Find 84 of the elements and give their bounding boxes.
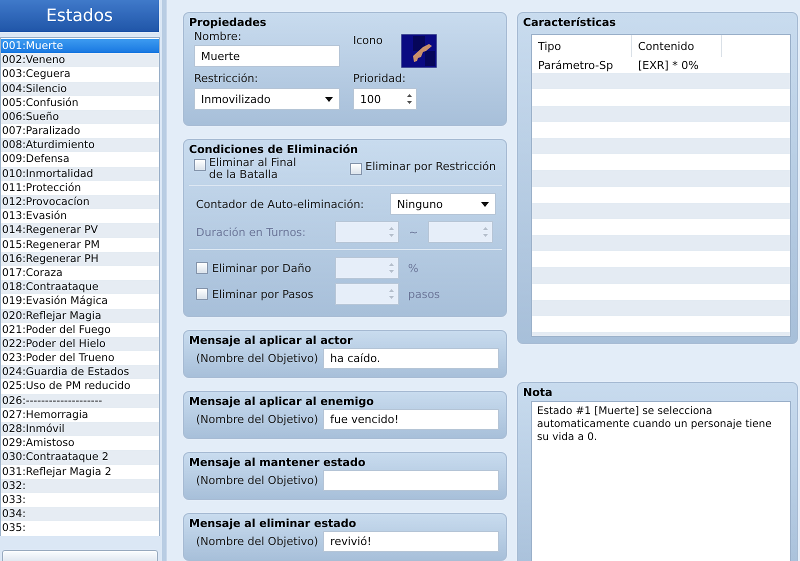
checkbox-label: Eliminar por Daño: [212, 262, 312, 274]
table-row[interactable]: [532, 235, 790, 252]
unit-label: pasos: [408, 288, 440, 300]
list-item[interactable]: 031:Reflejar Magia 2: [1, 464, 159, 479]
group-title: Mensaje al aplicar al enemigo: [189, 395, 375, 408]
value-spinner[interactable]: [335, 283, 399, 305]
list-item[interactable]: 007:Paralizado: [1, 124, 159, 138]
field-label: (Nombre del Objetivo): [196, 413, 318, 426]
group-title: Mensaje al mantener estado: [189, 456, 366, 469]
field-label: (Nombre del Objetivo): [196, 535, 318, 548]
checkbox-label: Eliminar por Pasos: [212, 288, 314, 300]
note-field[interactable]: Estado #1 [Muerte] se selecciona automaticamente cuando un personaje tiene su vida a 0.: [531, 401, 791, 561]
field-label: (Nombre del Objetivo): [196, 474, 318, 487]
field-label: Prioridad:: [353, 72, 407, 85]
group-title: Mensaje al eliminar estado: [189, 517, 358, 530]
table-row[interactable]: [532, 202, 790, 219]
gun-icon[interactable]: [400, 34, 437, 68]
table-row[interactable]: [532, 170, 790, 186]
dropdown-caret-icon: [481, 202, 489, 206]
name-field[interactable]: Muerte: [194, 45, 340, 67]
list-item[interactable]: 023:Poder del Trueno: [1, 351, 159, 366]
list-item[interactable]: 013:Evasión: [1, 209, 159, 224]
field-label: Nombre:: [194, 30, 242, 43]
group-title: Condiciones de Eliminación: [189, 143, 360, 156]
priority-spinner[interactable]: 100: [353, 88, 417, 110]
list-item[interactable]: 028:Inmóvil: [1, 422, 159, 436]
message-field[interactable]: fue vencido!: [323, 409, 500, 430]
list-item[interactable]: 004:Silencio: [1, 82, 159, 96]
table-cell-text: Parámetro-Sp: [537, 58, 614, 72]
list-item[interactable]: 030:Contraataque 2: [1, 450, 159, 465]
restriction-dropdown[interactable]: Inmovilizado: [194, 88, 340, 110]
list-item[interactable]: 015:Regenerar PM: [1, 238, 159, 252]
panel-title: Estados: [0, 0, 159, 32]
checkbox[interactable]: [196, 262, 208, 274]
list-item[interactable]: 034:: [1, 507, 159, 522]
list-item[interactable]: 021:Poder del Fuego: [1, 322, 159, 337]
duration-max-spinner[interactable]: [428, 221, 493, 243]
duration-min-spinner[interactable]: [335, 221, 399, 243]
table-row[interactable]: [532, 267, 790, 284]
list-item[interactable]: 001:Muerte: [1, 38, 159, 54]
list-item[interactable]: 016:Regenerar PH: [1, 252, 159, 266]
message-field[interactable]: revivió!: [323, 531, 500, 552]
list-item[interactable]: 024:Guardia de Estados: [1, 365, 159, 380]
group-title: Nota: [523, 386, 554, 399]
table-row[interactable]: [532, 106, 790, 122]
change-maximum-button[interactable]: [2, 550, 158, 561]
table-row[interactable]: [532, 73, 790, 90]
field-label: Contador de Auto-eliminación:: [196, 198, 364, 210]
checkbox[interactable]: [196, 288, 208, 300]
group-title: Mensaje al aplicar al actor: [189, 334, 354, 347]
checkbox-label: Eliminar por Restricción: [365, 161, 496, 173]
auto-removal-dropdown[interactable]: Ninguno: [390, 193, 496, 215]
list-item[interactable]: 010:Inmortalidad: [1, 166, 159, 181]
table-cell-text: [EXR] * 0%: [637, 58, 700, 72]
list-item[interactable]: 006:Sueño: [1, 110, 159, 124]
field-label: Restricción:: [194, 72, 260, 85]
list-item[interactable]: 002:Veneno: [1, 53, 159, 68]
list-item[interactable]: 022:Poder del Hielo: [1, 336, 159, 352]
note-text: Estado #1 [Muerte] se selecciona automaticamente cuando un personaje tiene su vida a 0.: [537, 405, 772, 443]
list-item[interactable]: 035:: [1, 521, 159, 536]
field-label: Icono: [353, 34, 383, 47]
value-spinner[interactable]: [335, 257, 399, 279]
list-item[interactable]: 029:Amistoso: [1, 436, 159, 450]
list-item[interactable]: 018:Contraataque: [1, 280, 159, 294]
range-separator: ~: [408, 226, 420, 238]
field-label: (Nombre del Objetivo): [196, 352, 318, 365]
unit-label: %: [408, 262, 418, 274]
list-item[interactable]: 012:Provocacíon: [1, 195, 159, 210]
checkbox[interactable]: [194, 159, 206, 171]
table-row[interactable]: [532, 138, 790, 154]
message-field[interactable]: [323, 470, 500, 491]
list-item[interactable]: 014:Regenerar PV: [1, 223, 159, 238]
group-title: Propiedades: [189, 16, 268, 29]
dropdown-caret-icon: [325, 96, 333, 102]
list-item[interactable]: 032:: [1, 478, 159, 493]
message-field[interactable]: ha caído.: [323, 348, 500, 369]
field-label: Duración en Turnos:: [196, 226, 307, 238]
list-item[interactable]: 026:--------------------: [1, 394, 159, 408]
list-item[interactable]: 020:Reflejar Magia: [1, 308, 159, 323]
checkbox[interactable]: [350, 163, 362, 175]
table-row[interactable]: [532, 300, 790, 316]
list-item[interactable]: 008:Aturdimiento: [1, 138, 159, 152]
checkbox-label: Eliminar al Final de la Batalla: [209, 157, 298, 181]
group-title: Características: [523, 16, 617, 29]
